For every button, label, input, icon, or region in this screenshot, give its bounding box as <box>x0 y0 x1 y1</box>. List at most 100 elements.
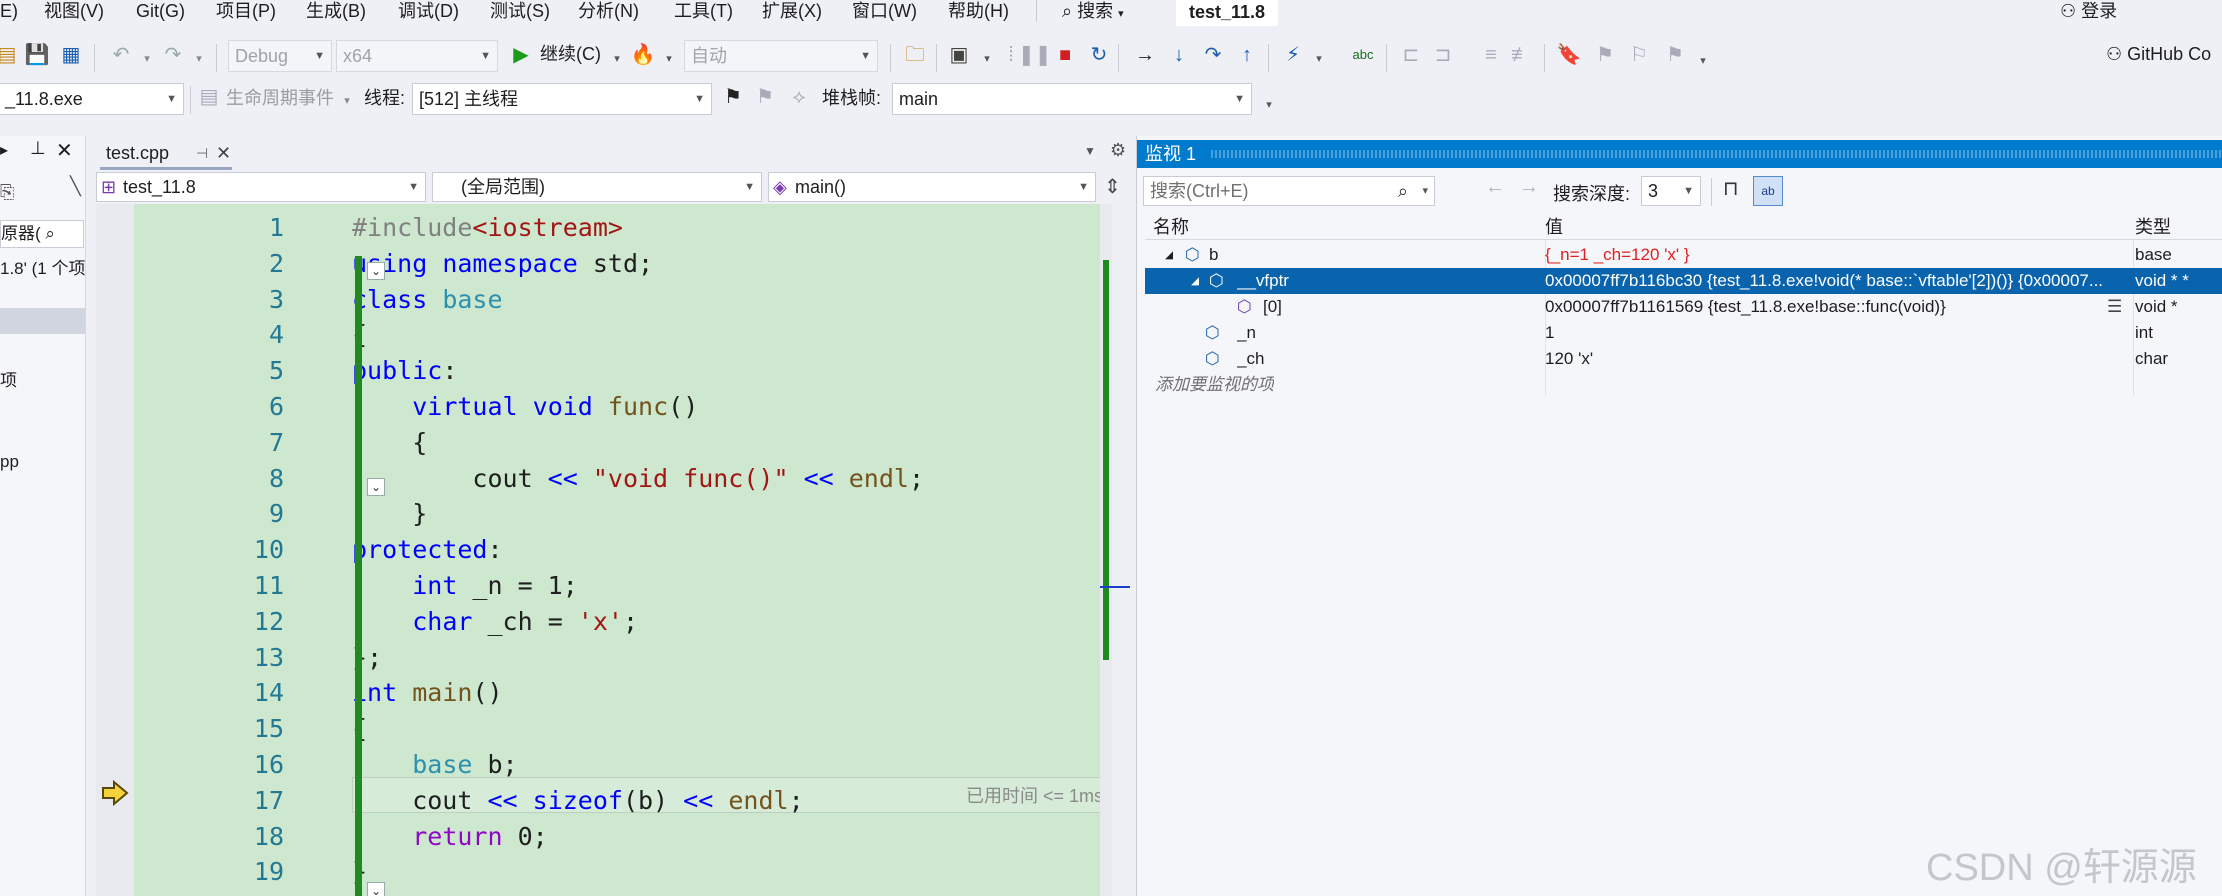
process-combo[interactable]: _11.8.exe ▼ <box>0 83 184 115</box>
save-icon[interactable]: 💾 <box>24 42 50 68</box>
step-into-icon[interactable]: ↓ <box>1166 42 1192 68</box>
watch-row-n[interactable]: ⬡ _n 1 int <box>1145 320 2222 346</box>
menu-tools[interactable]: 工具(T) <box>674 0 733 24</box>
indent-icon[interactable]: ⊏ <box>1398 42 1424 68</box>
code-line[interactable]: 16 base b; <box>134 747 1112 783</box>
clear-bookmarks-icon[interactable]: ⚑ <box>1662 42 1688 68</box>
stop-icon[interactable]: ■ <box>1052 42 1078 68</box>
menu-project[interactable]: 项目(P) <box>216 0 276 24</box>
solution-node[interactable]: 1.8' (1 个项 <box>0 254 85 279</box>
pin-icon[interactable]: ⊣ <box>196 140 208 166</box>
code-line[interactable]: 4{ <box>134 317 1112 353</box>
column-name[interactable]: 名称 <box>1153 214 1189 240</box>
show-next-statement-icon[interactable]: → <box>1132 42 1158 68</box>
fold-toggle-icon[interactable]: ⌄ <box>367 262 385 280</box>
project-node-selected[interactable] <box>0 308 85 334</box>
editor-scrollbar[interactable] <box>1100 204 1130 896</box>
watch-row-b[interactable]: ◢ ⬡ b {_n=1 _ch=120 'x' } base <box>1145 242 2222 268</box>
code-line[interactable]: 3 class base <box>134 282 1112 318</box>
save-all-icon[interactable]: ▦ <box>58 42 84 68</box>
tab-test-cpp[interactable]: test.cpp ⊣ ✕ <box>100 140 232 170</box>
code-line[interactable]: 9 } <box>134 496 1112 532</box>
pin-icon[interactable]: ⊓ <box>1723 176 1739 201</box>
chevron-down-icon[interactable]: ▾ <box>656 46 682 72</box>
code-line[interactable]: 8 cout << "void func()" << endl; <box>134 461 1112 497</box>
watch-row-ch[interactable]: ⬡ _ch 120 'x' char <box>1145 346 2222 372</box>
menu-build[interactable]: 生成(B) <box>306 0 366 24</box>
chevron-down-icon[interactable]: ▾ <box>334 88 360 114</box>
search-button[interactable]: ⌕ 搜索 ▾ <box>1062 0 1124 24</box>
pause-icon[interactable]: ❚❚ <box>1018 42 1052 68</box>
code-line[interactable]: 10 protected: <box>134 532 1112 568</box>
platform-combo[interactable]: x64 ▼ <box>336 40 498 72</box>
prev-bookmark-icon[interactable]: ⚑ <box>1592 42 1618 68</box>
comment-icon[interactable]: ≡ <box>1478 42 1504 68</box>
tree-item[interactable]: 项 <box>0 366 17 391</box>
back-arrow-icon[interactable]: ← <box>1485 176 1505 199</box>
more-icon[interactable]: ╲ <box>70 176 81 197</box>
redo-icon[interactable]: ↷ <box>160 42 186 68</box>
chevron-down-icon[interactable]: ▾ <box>1306 46 1332 72</box>
thread-combo[interactable]: [512] 主线程 ▼ <box>412 83 712 115</box>
menu-test[interactable]: 测试(S) <box>490 0 550 24</box>
flag-threads-icon[interactable]: ⚑ <box>752 84 778 110</box>
code-line[interactable]: 13}; <box>134 640 1112 676</box>
fold-toggle-icon[interactable]: ⌄ <box>367 478 385 496</box>
gear-icon[interactable]: ⚙ <box>1110 140 1126 161</box>
application-insights-icon[interactable]: ▣ <box>946 42 972 68</box>
menu-analyze[interactable]: 分析(N) <box>578 0 639 24</box>
column-type[interactable]: 类型 <box>2135 214 2171 240</box>
chevron-down-icon[interactable]: ▾ <box>1690 48 1716 74</box>
hex-display-icon[interactable]: ab <box>1753 176 1783 206</box>
undo-icon[interactable]: ↶ <box>108 42 134 68</box>
browse-icon[interactable]: 🗀 <box>902 42 928 68</box>
pin-icon[interactable]: ⊥ <box>30 138 46 159</box>
fold-toggle-icon[interactable]: ⌄ <box>367 882 385 896</box>
member-nav-combo[interactable]: ◈ main() ▼ <box>768 172 1096 202</box>
code-line[interactable]: 14 int main() <box>134 675 1112 711</box>
panel-menu-icon[interactable]: ▸ <box>0 140 8 160</box>
menu-window[interactable]: 窗口(W) <box>852 0 917 24</box>
bookmark-icon[interactable]: 🔖 <box>1556 42 1582 68</box>
next-bookmark-icon[interactable]: ⚐ <box>1626 42 1652 68</box>
restart-icon[interactable]: ↻ <box>1086 42 1112 68</box>
menu-git[interactable]: Git(G) <box>136 0 185 24</box>
diagnostic-icon[interactable]: ⚡ <box>1280 42 1306 68</box>
code-line[interactable]: 2 using namespace std; <box>134 246 1112 282</box>
spell-check-icon[interactable]: abc <box>1350 42 1376 68</box>
close-icon[interactable]: ✕ <box>216 140 231 166</box>
watch-search-input[interactable]: 搜索(Ctrl+E) ⌕ ▾ <box>1143 176 1435 206</box>
collapse-icon[interactable]: ◢ <box>1165 242 1173 268</box>
step-out-icon[interactable]: ↑ <box>1234 42 1260 68</box>
github-copilot-button[interactable]: ⚇ GitHub Co <box>2106 38 2211 70</box>
project-nav-combo[interactable]: ⊞ test_11.8 ▼ <box>96 172 426 202</box>
explorer-search-input[interactable]: 原器( ⌕ <box>0 220 84 248</box>
code-line[interactable]: 15{ <box>134 711 1112 747</box>
tree-item-cpp[interactable]: pp <box>0 452 19 472</box>
watch-row-vfptr[interactable]: ◢ ⬡ __vfptr 0x00007ff7b116bc30 {test_11.… <box>1145 268 2222 294</box>
chevron-down-icon[interactable]: ▾ <box>1256 92 1282 118</box>
code-area[interactable]: 1 #include<iostream> 2 using namespace std;… <box>134 204 1112 896</box>
code-line[interactable]: 11 int _n = 1; <box>134 568 1112 604</box>
open-folder-icon[interactable]: ▤ <box>0 42 20 68</box>
code-editor[interactable]: 1 #include<iostream> 2 using namespace std;… <box>96 204 1112 896</box>
auto-combo[interactable]: 自动 ▼ <box>684 40 878 72</box>
close-icon[interactable]: ✕ <box>56 138 73 163</box>
chevron-down-icon[interactable]: ▼ <box>1084 144 1096 158</box>
scope-nav-combo[interactable]: (全局范围) ▼ <box>432 172 762 202</box>
menu-extensions[interactable]: 扩展(X) <box>762 0 822 24</box>
split-editor-icon[interactable]: ⇕ <box>1104 174 1121 199</box>
uncomment-icon[interactable]: ≢ <box>1508 42 1534 68</box>
chevron-down-icon[interactable]: ▾ <box>604 46 630 72</box>
continue-button[interactable]: 继续(C) <box>540 38 601 70</box>
chevron-down-icon[interactable]: ▾ <box>186 46 212 72</box>
menu-debug[interactable]: 调试(D) <box>398 0 459 24</box>
forward-arrow-icon[interactable]: → <box>1519 176 1539 199</box>
code-line[interactable]: 6 virtual void func() <box>134 389 1112 425</box>
watch-row-0[interactable]: ⬡ [0] 0x00007ff7b1161569 {test_11.8.exe!… <box>1145 294 2222 320</box>
code-line[interactable]: 19} <box>134 854 1112 890</box>
hot-reload-icon[interactable]: 🔥 <box>630 42 656 68</box>
code-line[interactable]: 18 return 0; <box>134 819 1112 855</box>
login-button[interactable]: ⚇ 登录 <box>2060 0 2117 24</box>
add-watch-item[interactable]: 添加要监视的项 <box>1145 372 2222 398</box>
